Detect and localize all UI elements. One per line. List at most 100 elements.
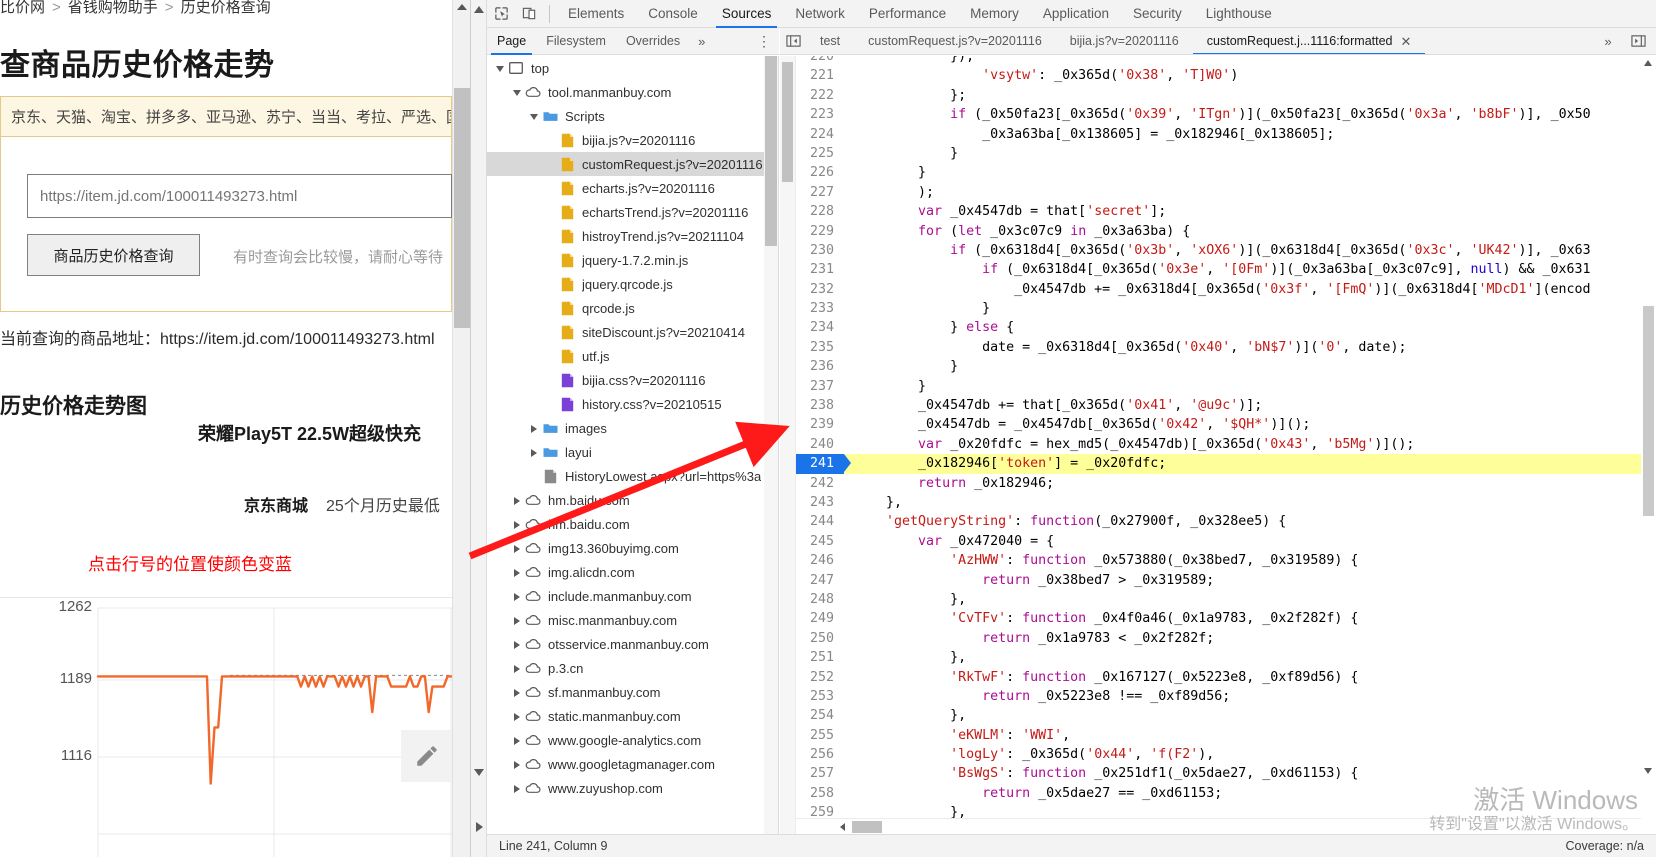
navigator-vertical-scrollbar[interactable] (764, 56, 778, 834)
code-line[interactable]: 242 return _0x182946; (796, 473, 1641, 493)
code-line[interactable]: 227 ); (796, 182, 1641, 203)
line-number[interactable]: 222 (796, 85, 844, 106)
line-number[interactable]: 259 (796, 803, 844, 818)
code-line[interactable]: 247 return _0x38bed7 > _0x319589; (796, 570, 1641, 590)
twisty-expanded-icon[interactable] (527, 109, 541, 124)
line-number[interactable]: 231 (796, 260, 844, 280)
twisty-collapsed-icon[interactable] (510, 757, 524, 772)
editor-scroll-up-icon[interactable] (1644, 60, 1652, 66)
twisty-expanded-icon[interactable] (493, 61, 507, 76)
tree-row[interactable]: include.manmanbuy.com (487, 584, 778, 608)
line-number[interactable]: 223 (796, 105, 844, 125)
code-line[interactable]: 224 _0x3a63ba[_0x138605] = _0x182946[_0x… (796, 124, 1641, 144)
sources-navigator-tree[interactable]: top tool.manmanbuy.com Scripts bijia.js?v=2… (487, 56, 779, 834)
breadcrumb-item-2[interactable]: 历史价格查询 (181, 0, 271, 16)
tree-row[interactable]: static.manmanbuy.com (487, 704, 778, 728)
code-line[interactable]: 233 } (796, 299, 1641, 319)
inspect-icon[interactable] (487, 1, 515, 27)
code-line[interactable]: 231 if (_0x6318d4[_0x365d('0x3e', '[0Fm'… (796, 260, 1641, 280)
twisty-collapsed-icon[interactable] (527, 445, 541, 460)
navigator-vscrollbar-thumb[interactable] (765, 56, 777, 246)
navigator-menu-icon[interactable]: ⋮ (757, 34, 771, 48)
tree-row[interactable]: utf.js (487, 344, 778, 368)
line-number[interactable]: 229 (796, 221, 844, 241)
line-number[interactable]: 251 (796, 648, 844, 668)
tree-row[interactable]: hm.baidu.com (487, 512, 778, 536)
line-number[interactable]: 227 (796, 182, 844, 203)
editor-tab-test[interactable]: test (806, 28, 854, 54)
tree-row[interactable]: p.3.cn (487, 656, 778, 680)
query-history-price-button[interactable]: 商品历史价格查询 (27, 234, 200, 276)
coverage-label[interactable]: Coverage: n/a (1565, 839, 1644, 853)
code-line[interactable]: 230 if (_0x6318d4[_0x365d('0x3b', 'xOX6'… (796, 240, 1641, 261)
tree-row[interactable]: img.alicdn.com (487, 560, 778, 584)
line-number[interactable]: 243 (796, 492, 844, 513)
twisty-collapsed-icon[interactable] (510, 637, 524, 652)
code-line[interactable]: 246 'AzHWW': function _0x573880(_0x38bed… (796, 551, 1641, 571)
code-line[interactable]: 222 }; (796, 85, 1641, 106)
line-number[interactable]: 258 (796, 783, 844, 804)
code-line[interactable]: 243 }, (796, 492, 1641, 513)
twisty-collapsed-icon[interactable] (510, 565, 524, 580)
code-line[interactable]: 253 return _0x5223e8 !== _0xf89d56; (796, 686, 1641, 707)
line-number[interactable]: 237 (796, 376, 844, 397)
tree-row[interactable]: bijia.js?v=20201116 (487, 128, 778, 152)
code-line-highlighted[interactable]: 241 _0x182946['token'] = _0x20fdfc; (796, 454, 1641, 474)
line-number[interactable]: 230 (796, 240, 844, 261)
code-line[interactable]: 239 _0x4547db = _0x4547db[_0x365d('0x42'… (796, 415, 1641, 435)
code-line[interactable]: 229 for (let _0x3c07c9 in _0x3a63ba) { (796, 221, 1641, 241)
line-number[interactable]: 236 (796, 357, 844, 377)
twisty-collapsed-icon[interactable] (510, 493, 524, 508)
product-url-input[interactable] (27, 174, 452, 218)
code-editor[interactable]: 220 }); 221 'vsytw': _0x365d('0x38', 'T]W… (780, 56, 1656, 834)
line-number[interactable]: 256 (796, 745, 844, 765)
editor-tab-bijia[interactable]: bijia.js?v=20201116 (1056, 28, 1193, 54)
tree-row[interactable]: otsservice.manmanbuy.com (487, 632, 778, 656)
line-number[interactable]: 232 (796, 279, 844, 300)
editor-tab-customrequest-formatted[interactable]: customRequest.j...1116:formatted ✕ (1192, 28, 1426, 54)
line-number[interactable]: 221 (796, 66, 844, 86)
breadcrumb-item-0[interactable]: 比价网 (0, 0, 45, 16)
line-number[interactable]: 242 (796, 473, 844, 493)
code-line[interactable]: 235 date = _0x6318d4[_0x365d('0x40', 'bN… (796, 337, 1641, 358)
tab-memory[interactable]: Memory (958, 0, 1031, 28)
show-debugger-sidebar-icon[interactable] (1624, 28, 1652, 54)
line-number[interactable]: 247 (796, 570, 844, 590)
line-number[interactable]: 246 (796, 551, 844, 571)
tree-row[interactable]: www.googletagmanager.com (487, 752, 778, 776)
tree-row[interactable]: history.css?v=20210515 (487, 392, 778, 416)
tree-row[interactable]: www.google-analytics.com (487, 728, 778, 752)
twisty-collapsed-icon[interactable] (510, 709, 524, 724)
editor-vscrollbar-thumb[interactable] (1643, 306, 1654, 516)
code-line[interactable]: 234 } else { (796, 318, 1641, 338)
tree-row[interactable]: bijia.css?v=20201116 (487, 368, 778, 392)
tree-row[interactable]: HistoryLowest.aspx?url=https%3a (487, 464, 778, 488)
tree-row[interactable]: hm.baidu.com (487, 488, 778, 512)
code-line[interactable]: 250 return _0x1a9783 < _0x2f282f; (796, 628, 1641, 649)
rail-scroll-down-icon[interactable] (474, 769, 484, 776)
code-line[interactable]: 252 'RkTwF': function _0x167127(_0x5223e… (796, 667, 1641, 687)
tree-row[interactable]: layui (487, 440, 778, 464)
rail-scroll-up-icon[interactable] (474, 6, 484, 13)
line-number[interactable]: 224 (796, 124, 844, 144)
editor-vertical-scrollbar[interactable] (1641, 56, 1656, 818)
code-line[interactable]: 259 }, (796, 803, 1641, 818)
line-number[interactable]: 252 (796, 667, 844, 687)
tree-row[interactable]: img13.360buyimg.com (487, 536, 778, 560)
editor-tab-customrequest[interactable]: customRequest.js?v=20201116 (854, 28, 1056, 54)
navigator-tab-filesystem[interactable]: Filesystem (536, 28, 616, 55)
code-line[interactable]: 221 'vsytw': _0x365d('0x38', 'T]W0') (796, 66, 1641, 86)
code-line[interactable]: 251 }, (796, 648, 1641, 668)
twisty-collapsed-icon[interactable] (510, 661, 524, 676)
line-number[interactable]: 238 (796, 396, 844, 416)
page-scrollbar-thumb[interactable] (454, 88, 470, 328)
tree-row[interactable]: siteDiscount.js?v=20210414 (487, 320, 778, 344)
line-number[interactable]: 241 (796, 454, 851, 474)
line-number[interactable]: 244 (796, 512, 844, 532)
code-line[interactable]: 258 return _0x5dae27 == _0xd61153; (796, 783, 1641, 804)
line-number[interactable]: 249 (796, 609, 844, 629)
line-number[interactable]: 253 (796, 686, 844, 707)
line-number[interactable]: 245 (796, 531, 844, 552)
twisty-collapsed-icon[interactable] (510, 685, 524, 700)
tree-row[interactable]: images (487, 416, 778, 440)
